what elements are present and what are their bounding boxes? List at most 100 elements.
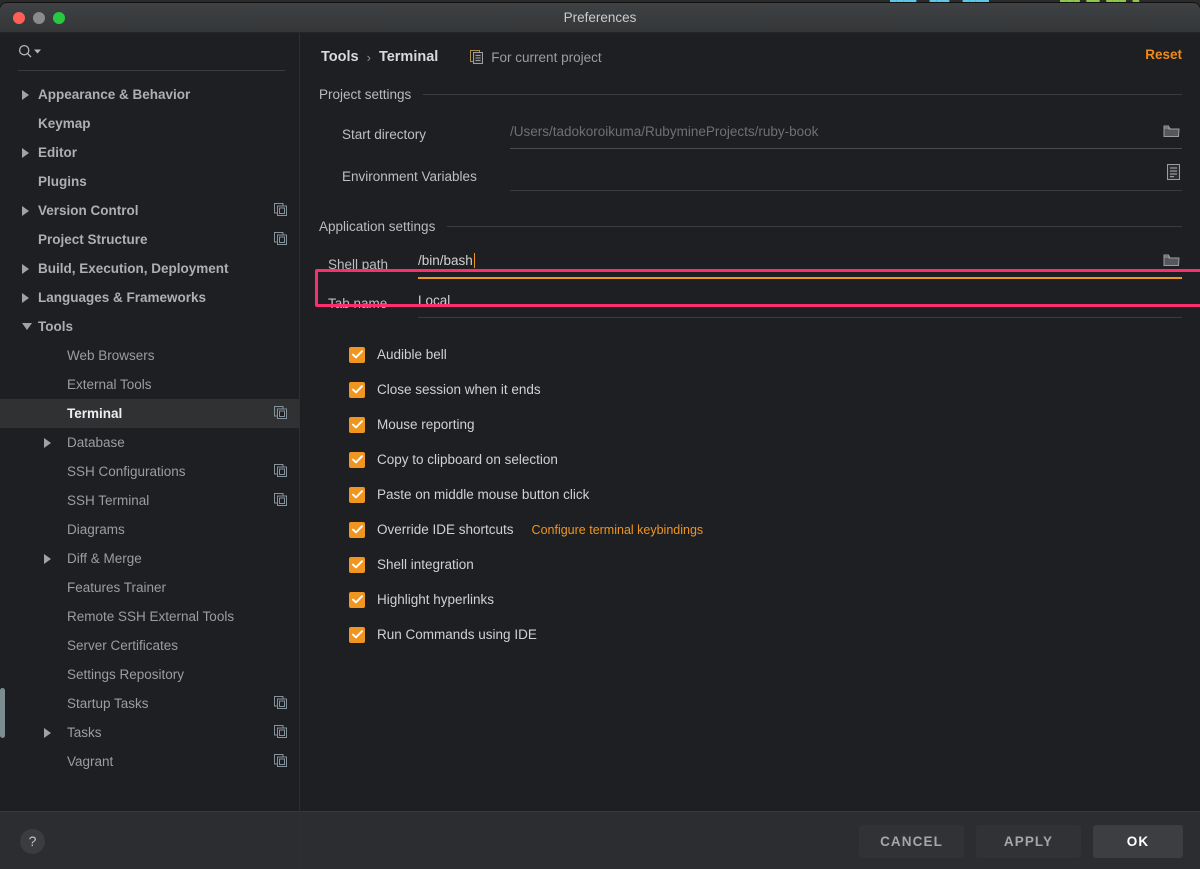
sidebar-item-startup-tasks[interactable]: Startup Tasks — [0, 689, 299, 718]
chevron-right-icon[interactable] — [22, 147, 29, 158]
option-row-shell-integration: Shell integration — [318, 547, 1182, 582]
checkbox-label[interactable]: Copy to clipboard on selection — [377, 452, 558, 467]
start-directory-value: /Users/tadokoroikuma/RubymineProjects/ru… — [510, 123, 819, 139]
reset-link[interactable]: Reset — [1145, 47, 1182, 62]
breadcrumb-item-terminal: Terminal — [378, 49, 439, 65]
help-button[interactable]: ? — [20, 828, 45, 854]
sidebar-item-editor[interactable]: Editor — [0, 138, 299, 167]
sidebar-footer: ? — [0, 811, 299, 869]
sidebar-item-label: Remote SSH External Tools — [67, 609, 235, 624]
sidebar-item-label: Database — [67, 435, 125, 450]
settings-tree[interactable]: Appearance & Behavior Keymap Editor Plugins… — [0, 71, 299, 811]
chevron-right-icon[interactable] — [22, 89, 29, 100]
tab-name-field[interactable]: Local — [418, 284, 1182, 318]
chevron-right-icon[interactable] — [44, 727, 51, 738]
sidebar-item-project-structure[interactable]: Project Structure — [0, 225, 299, 254]
checkbox-label[interactable]: Override IDE shortcuts — [377, 522, 514, 537]
search-input[interactable] — [47, 44, 285, 59]
checkbox-mouse-reporting[interactable] — [349, 416, 365, 433]
edit-variables-icon[interactable] — [1167, 164, 1180, 185]
checkbox-override-ide-shortcuts[interactable] — [349, 521, 365, 538]
chevron-right-icon[interactable] — [44, 437, 51, 448]
chevron-down-icon[interactable] — [22, 323, 32, 330]
sidebar-item-database[interactable]: Database — [0, 428, 299, 457]
option-row-paste-on-middle-mouse-button-click: Paste on middle mouse button click — [318, 477, 1182, 512]
tab-name-label: Tab name — [328, 296, 388, 311]
sidebar-item-terminal[interactable]: Terminal — [0, 399, 299, 428]
browse-folder-icon[interactable] — [1163, 124, 1180, 143]
checkbox-highlight-hyperlinks[interactable] — [349, 591, 365, 608]
settings-detail-content: Tools › Terminal For current project Res… — [300, 33, 1200, 811]
search-row[interactable] — [18, 33, 285, 71]
checkbox-run-commands-using-ide[interactable] — [349, 626, 365, 643]
text-caret — [473, 253, 476, 268]
sidebar-item-label: Settings Repository — [67, 667, 185, 682]
checkbox-label[interactable]: Paste on middle mouse button click — [377, 487, 589, 502]
ok-button[interactable]: OK — [1093, 824, 1183, 858]
sidebar-item-plugins[interactable]: Plugins — [0, 167, 299, 196]
sidebar-item-external-tools[interactable]: External Tools — [0, 370, 299, 399]
environment-variables-field[interactable] — [510, 157, 1182, 191]
checkbox-label[interactable]: Highlight hyperlinks — [377, 592, 494, 607]
sidebar-item-vagrant[interactable]: Vagrant — [0, 747, 299, 776]
settings-detail-panel: Tools › Terminal For current project Res… — [300, 33, 1200, 869]
sidebar-item-tools[interactable]: Tools — [0, 312, 299, 341]
sidebar-item-settings-repository[interactable]: Settings Repository — [0, 660, 299, 689]
checkbox-label[interactable]: Mouse reporting — [377, 417, 475, 432]
shell-path-label: Shell path — [328, 257, 389, 272]
sidebar-item-label: Diagrams — [67, 522, 125, 537]
checkbox-label[interactable]: Run Commands using IDE — [377, 627, 537, 642]
sidebar-item-features-trainer[interactable]: Features Trainer — [0, 573, 299, 602]
sidebar-item-diff-merge[interactable]: Diff & Merge — [0, 544, 299, 573]
breadcrumb-separator-icon: › — [366, 49, 371, 65]
configure-terminal-keybindings-link[interactable]: Configure terminal keybindings — [532, 523, 704, 537]
checkbox-audible-bell[interactable] — [349, 346, 365, 363]
tab-name-row: Tab name Local — [318, 285, 1182, 318]
project-scope-copy-icon — [274, 695, 287, 712]
apply-button[interactable]: APPLY — [976, 824, 1081, 858]
project-settings-title: Project settings — [319, 87, 412, 102]
sidebar-item-tasks[interactable]: Tasks — [0, 718, 299, 747]
cancel-button[interactable]: CANCEL — [859, 824, 964, 858]
sidebar-item-ssh-terminal[interactable]: SSH Terminal — [0, 486, 299, 515]
sidebar-item-label: Plugins — [38, 174, 87, 189]
checkbox-label[interactable]: Audible bell — [377, 347, 447, 362]
dialog-body: Appearance & Behavior Keymap Editor Plugins… — [0, 33, 1200, 869]
sidebar-item-keymap[interactable]: Keymap — [0, 109, 299, 138]
project-scope-copy-icon — [274, 405, 287, 422]
window-title: Preferences — [563, 10, 637, 25]
checkbox-copy-to-clipboard-on-selection[interactable] — [349, 451, 365, 468]
browse-shell-folder-icon[interactable] — [1163, 253, 1180, 272]
sidebar-item-label: Keymap — [38, 116, 91, 131]
shell-path-field[interactable]: /bin/bash — [418, 244, 1182, 279]
sidebar-scrollbar-thumb[interactable] — [0, 688, 5, 738]
sidebar-item-web-browsers[interactable]: Web Browsers — [0, 341, 299, 370]
project-scope-copy-icon — [274, 753, 287, 770]
sidebar-item-server-certificates[interactable]: Server Certificates — [0, 631, 299, 660]
chevron-right-icon[interactable] — [44, 553, 51, 564]
chevron-right-icon[interactable] — [22, 263, 29, 274]
sidebar-item-languages-frameworks[interactable]: Languages & Frameworks — [0, 283, 299, 312]
checkbox-label[interactable]: Close session when it ends — [377, 382, 541, 397]
chevron-right-icon[interactable] — [22, 292, 29, 303]
chevron-right-icon[interactable] — [22, 205, 29, 216]
start-directory-field[interactable]: /Users/tadokoroikuma/RubymineProjects/ru… — [510, 115, 1182, 149]
checkbox-label[interactable]: Shell integration — [377, 557, 474, 572]
sidebar-item-label: Diff & Merge — [67, 551, 142, 566]
sidebar-item-label: Build, Execution, Deployment — [38, 261, 229, 276]
sidebar-item-ssh-configurations[interactable]: SSH Configurations — [0, 457, 299, 486]
sidebar-item-label: Tasks — [67, 725, 102, 740]
sidebar-item-build-execution-deployment[interactable]: Build, Execution, Deployment — [0, 254, 299, 283]
sidebar-item-appearance-behavior[interactable]: Appearance & Behavior — [0, 80, 299, 109]
checkbox-paste-on-middle-mouse-button-click[interactable] — [349, 486, 365, 503]
checkbox-shell-integration[interactable] — [349, 556, 365, 573]
sidebar-item-version-control[interactable]: Version Control — [0, 196, 299, 225]
sidebar-item-label: Appearance & Behavior — [38, 87, 191, 102]
sidebar-item-remote-ssh-external-tools[interactable]: Remote SSH External Tools — [0, 602, 299, 631]
settings-sidebar: Appearance & Behavior Keymap Editor Plugins… — [0, 33, 300, 869]
breadcrumb-item-tools[interactable]: Tools — [321, 49, 359, 65]
project-scope-copy-icon — [274, 231, 287, 248]
sidebar-item-diagrams[interactable]: Diagrams — [0, 515, 299, 544]
sidebar-item-label: External Tools — [67, 377, 152, 392]
checkbox-close-session-when-it-ends[interactable] — [349, 381, 365, 398]
